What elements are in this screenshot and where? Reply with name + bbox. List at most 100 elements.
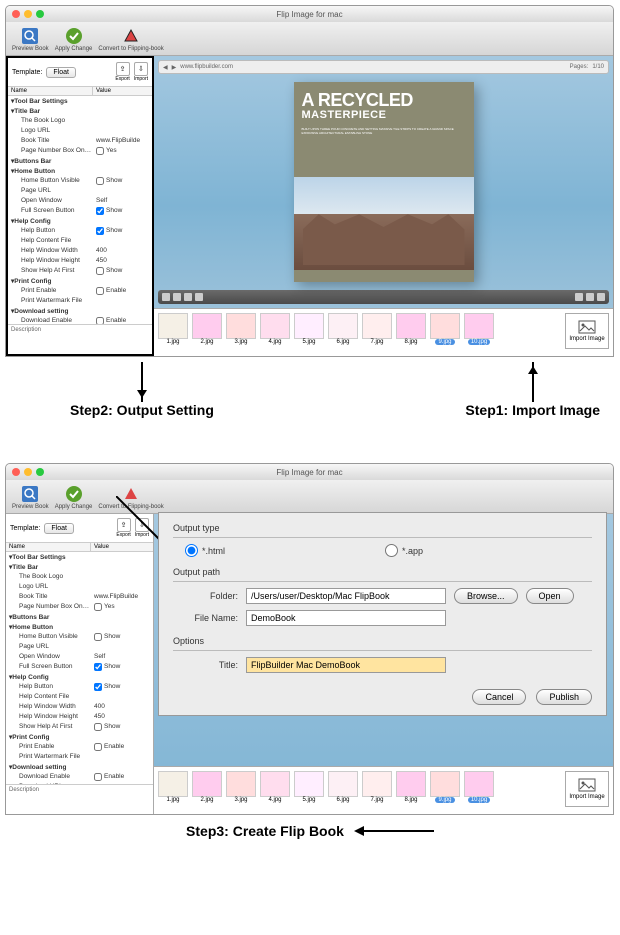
play-icon[interactable] [184, 293, 192, 301]
radio-app[interactable]: *.app [385, 544, 423, 557]
tree-row[interactable]: The Book Logo [6, 572, 153, 582]
tree-row[interactable]: Full Screen ButtonShow [6, 662, 153, 672]
tree-row[interactable]: Print Wartermark File [8, 296, 152, 306]
thumbnail[interactable]: 4.jpg [260, 313, 290, 345]
tree-row[interactable]: Help Window Height450 [6, 712, 153, 722]
tree-row[interactable]: Home Button VisibleShow [6, 632, 153, 642]
tree-group[interactable]: ▾Tool Bar Settings [6, 552, 153, 562]
fullscreen-icon[interactable] [597, 293, 605, 301]
prev-icon[interactable] [173, 293, 181, 301]
export-icon[interactable]: ⇪ [117, 518, 131, 532]
convert-button[interactable]: Convert to Flipping-book [98, 26, 163, 52]
thumbnail[interactable]: 1.jpg [158, 313, 188, 345]
tree-row[interactable]: The Book Logo [8, 116, 152, 126]
tree-row[interactable]: Help Window Width400 [8, 246, 152, 256]
tree-group[interactable]: ▾Download setting [8, 306, 152, 316]
tree-group[interactable]: ▾Home Button [6, 622, 153, 632]
tree-row[interactable]: Open WindowSelf [8, 196, 152, 206]
preview-button[interactable]: Preview Book [12, 26, 49, 52]
thumbnail[interactable]: 4.jpg [260, 771, 290, 803]
tree-row[interactable]: Home Button VisibleShow [8, 176, 152, 186]
import-icon[interactable]: ⇩ [134, 62, 148, 76]
tree-group[interactable]: ▾Buttons Bar [8, 156, 152, 166]
apply-button[interactable]: Apply Change [55, 484, 93, 510]
tree-row[interactable]: Open WindowSelf [6, 652, 153, 662]
thumbnail[interactable]: 3.jpg [226, 771, 256, 803]
template-dropdown[interactable]: Float [44, 523, 74, 534]
thumbnail[interactable]: 7.jpg [362, 771, 392, 803]
export-icon[interactable]: ⇪ [116, 62, 130, 76]
tree-group[interactable]: ▾Home Button [8, 166, 152, 176]
tree-group[interactable]: ▾Print Config [6, 732, 153, 742]
import-image-button[interactable]: Import Image [565, 313, 609, 349]
apply-button[interactable]: Apply Change [55, 26, 93, 52]
thumbnail[interactable]: 3.jpg [226, 313, 256, 345]
thumbnail[interactable]: 6.jpg [328, 771, 358, 803]
first-icon[interactable] [162, 293, 170, 301]
tree-row[interactable]: Help ButtonShow [8, 226, 152, 236]
tree-row[interactable]: Help Content File [8, 236, 152, 246]
tree-row[interactable]: Print EnableEnable [6, 742, 153, 752]
tree-row[interactable]: Logo URL [6, 582, 153, 592]
tree-row[interactable]: Show Help At FirstShow [8, 266, 152, 276]
tree-row[interactable]: Book Titlewww.FlipBuilde [6, 592, 153, 602]
zoom-icon[interactable] [586, 293, 594, 301]
tree-row[interactable]: Page URL [6, 642, 153, 652]
thumbnail[interactable]: 5.jpg [294, 771, 324, 803]
thumbnail[interactable]: 10.jpg [464, 771, 494, 803]
thumbnail[interactable]: 10.jpg [464, 313, 494, 345]
tree-row[interactable]: Help Content File [6, 692, 153, 702]
import-icon[interactable]: ⇩ [135, 518, 149, 532]
cancel-button[interactable]: Cancel [472, 689, 526, 705]
radio-html[interactable]: *.html [185, 544, 225, 557]
tree-row[interactable]: Download EnableEnable [8, 316, 152, 324]
tree-row[interactable]: Print Wartermark File [6, 752, 153, 762]
folder-field[interactable] [246, 588, 446, 604]
tree-row[interactable]: Show Help At FirstShow [6, 722, 153, 732]
tree-row[interactable]: Page Number Box On…Yes [8, 146, 152, 156]
thumbnail[interactable]: 1.jpg [158, 771, 188, 803]
thumbnail[interactable]: 5.jpg [294, 313, 324, 345]
title-field[interactable] [246, 657, 446, 673]
tree-row[interactable]: Help Window Width400 [6, 702, 153, 712]
tree-row[interactable]: Book Titlewww.FlipBuilde [8, 136, 152, 146]
tree-group[interactable]: ▾Download setting [6, 762, 153, 772]
filename-field[interactable] [246, 610, 446, 626]
template-dropdown[interactable]: Float [46, 67, 76, 78]
thumbnail[interactable]: 8.jpg [396, 313, 426, 345]
thumbnail[interactable]: 2.jpg [192, 771, 222, 803]
tree-group[interactable]: ▾Print Config [8, 276, 152, 286]
open-button[interactable]: Open [526, 588, 574, 604]
thumbnail[interactable]: 2.jpg [192, 313, 222, 345]
thumbnail[interactable]: 7.jpg [362, 313, 392, 345]
tree-row[interactable]: Page Number Box On…Yes [6, 602, 153, 612]
next-icon[interactable] [195, 293, 203, 301]
import-image-button[interactable]: Import Image [565, 771, 609, 807]
convert-button[interactable]: Convert to Flipping-book [98, 484, 163, 510]
tree-row[interactable]: Page URL [8, 186, 152, 196]
sound-icon[interactable] [575, 293, 583, 301]
settings-tree[interactable]: ▾Tool Bar Settings▾Title BarThe Book Log… [6, 552, 153, 784]
forward-icon[interactable]: ▶ [172, 64, 177, 71]
thumbnail[interactable]: 8.jpg [396, 771, 426, 803]
thumbnail[interactable]: 6.jpg [328, 313, 358, 345]
tree-row[interactable]: Full Screen ButtonShow [8, 206, 152, 216]
tree-group[interactable]: ▾Buttons Bar [6, 612, 153, 622]
settings-tree[interactable]: ▾Tool Bar Settings▾Title BarThe Book Log… [8, 96, 152, 324]
tree-group[interactable]: ▾Title Bar [8, 106, 152, 116]
tree-group[interactable]: ▾Help Config [6, 672, 153, 682]
tree-row[interactable]: Print EnableEnable [8, 286, 152, 296]
tree-group[interactable]: ▾Tool Bar Settings [8, 96, 152, 106]
browse-button[interactable]: Browse... [454, 588, 518, 604]
book-preview[interactable]: A RECYCLED MASTERPIECE BUILT UPON THREE … [154, 76, 613, 288]
back-icon[interactable]: ◀ [163, 64, 168, 71]
tree-row[interactable]: Help ButtonShow [6, 682, 153, 692]
thumbnail[interactable]: 9.jpg [430, 771, 460, 803]
tree-row[interactable]: Help Window Height450 [8, 256, 152, 266]
thumbnail[interactable]: 9.jpg [430, 313, 460, 345]
preview-button[interactable]: Preview Book [12, 484, 49, 510]
tree-group[interactable]: ▾Help Config [8, 216, 152, 226]
tree-group[interactable]: ▾Title Bar [6, 562, 153, 572]
publish-button[interactable]: Publish [536, 689, 592, 705]
tree-row[interactable]: Logo URL [8, 126, 152, 136]
